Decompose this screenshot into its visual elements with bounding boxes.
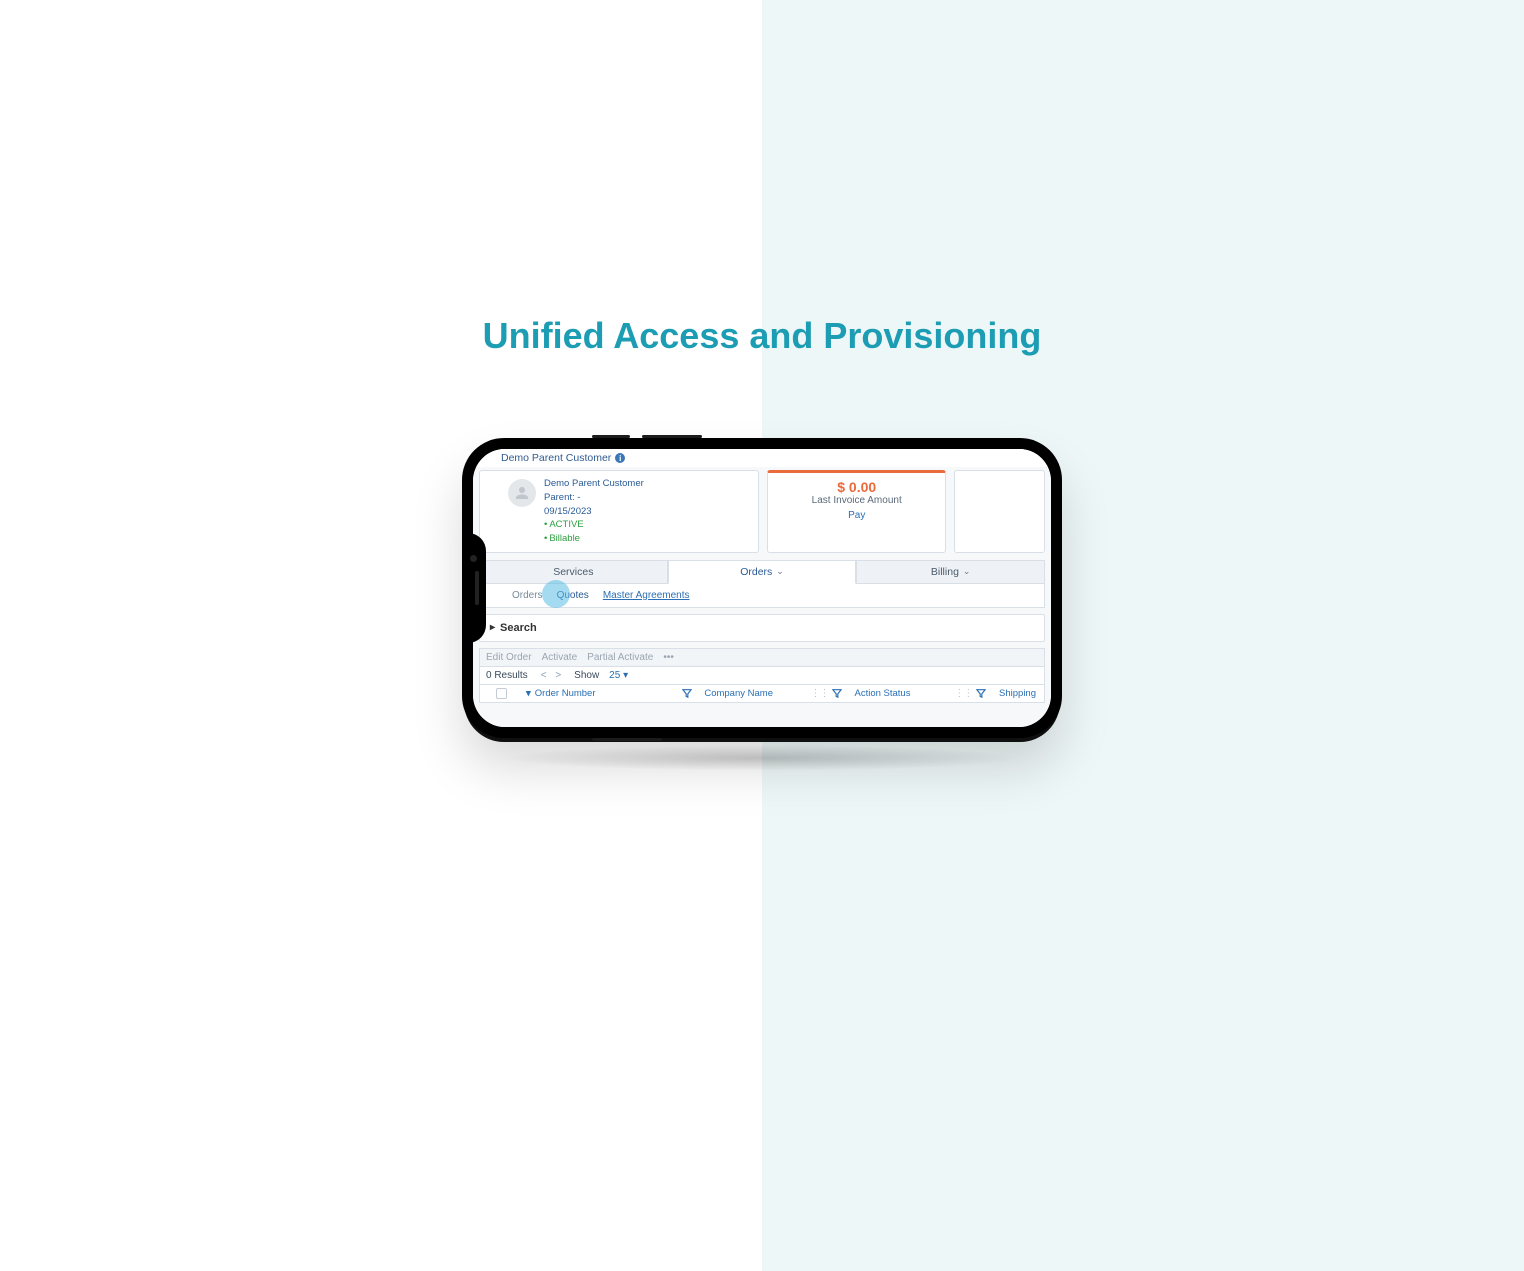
titlebar-customer-name: Demo Parent Customer	[501, 452, 611, 464]
summary-cards-row: Demo Parent Customer Parent: - 09/15/202…	[473, 467, 1051, 556]
customer-date: 09/15/2023	[544, 505, 644, 519]
pay-link[interactable]: Pay	[776, 510, 937, 521]
partial-activate-button[interactable]: Partial Activate	[587, 652, 653, 663]
chevron-down-icon: ⌄	[963, 566, 971, 577]
titlebar: Demo Parent Customer i	[473, 449, 1051, 467]
avatar	[508, 479, 536, 507]
invoice-label: Last Invoice Amount	[776, 495, 937, 506]
invoice-card: $ 0.00 Last Invoice Amount Pay	[767, 470, 946, 553]
table-header-row: ▾ Order Number Company Name ⋮⋮ Action St…	[479, 684, 1045, 703]
next-page-button[interactable]: >	[552, 670, 564, 681]
tab-billing-label: Billing	[931, 566, 959, 578]
phone-button	[642, 435, 702, 438]
phone-button	[592, 435, 630, 438]
sort-desc-icon: ▾	[526, 688, 531, 699]
page-headline: Unified Access and Provisioning	[0, 315, 1524, 357]
tab-services[interactable]: Services	[479, 560, 668, 584]
select-all-checkbox[interactable]	[496, 688, 507, 699]
pager-row: 0 Results < > Show 25 ▾	[479, 666, 1045, 684]
search-panel[interactable]: ▸ Search	[479, 614, 1045, 642]
column-action-status-label: Action Status	[854, 688, 910, 699]
edit-order-button[interactable]: Edit Order	[486, 652, 532, 663]
column-grip-icon[interactable]: ⋮⋮	[954, 688, 972, 699]
prev-page-button[interactable]: <	[538, 670, 550, 681]
status-active: •ACTIVE	[544, 518, 644, 532]
caret-right-icon: ▸	[490, 622, 495, 633]
column-order-number-label: Order Number	[535, 688, 596, 699]
activate-button[interactable]: Activate	[542, 652, 578, 663]
page-size-select[interactable]: 25 ▾	[609, 670, 628, 681]
card-stub	[954, 470, 1045, 553]
filter-icon[interactable]	[682, 688, 692, 698]
phone-notch	[462, 533, 486, 643]
info-icon[interactable]: i	[615, 453, 625, 463]
main-tabs: Services Orders ⌄ Billing ⌄	[479, 560, 1045, 584]
column-company-name-label: Company Name	[704, 688, 773, 699]
tab-billing[interactable]: Billing ⌄	[856, 560, 1045, 584]
invoice-amount: $ 0.00	[776, 479, 937, 495]
subtab-quotes[interactable]: Quotes	[557, 590, 589, 601]
phone-button	[592, 738, 662, 741]
customer-name: Demo Parent Customer	[544, 477, 644, 491]
more-button[interactable]: •••	[663, 652, 674, 663]
tab-orders[interactable]: Orders ⌄	[668, 560, 857, 584]
tab-orders-label: Orders	[740, 566, 772, 578]
filter-icon[interactable]	[976, 688, 986, 698]
column-grip-icon[interactable]: ⋮⋮	[810, 688, 828, 699]
phone-mockup: Demo Parent Customer i Demo Parent Custo…	[462, 438, 1062, 738]
status-billable: •Billable	[544, 532, 644, 546]
column-shipping-label: Shipping	[999, 688, 1036, 699]
caret-down-icon: ▾	[623, 670, 628, 681]
subtab-master-agreements[interactable]: Master Agreements	[603, 590, 690, 601]
search-label: Search	[500, 622, 537, 634]
sub-tabs: Orders Quotes Master Agreements	[479, 584, 1045, 608]
customer-details: Demo Parent Customer Parent: - 09/15/202…	[544, 477, 644, 546]
column-company-name[interactable]: Company Name	[700, 688, 802, 699]
chevron-down-icon: ⌄	[776, 566, 784, 577]
table-toolbar: Edit Order Activate Partial Activate •••	[479, 648, 1045, 666]
column-order-number[interactable]: ▾ Order Number	[522, 688, 674, 699]
customer-parent: Parent: -	[544, 491, 644, 505]
show-label: Show	[574, 670, 599, 681]
subtab-orders[interactable]: Orders	[512, 590, 543, 601]
phone-screen: Demo Parent Customer i Demo Parent Custo…	[473, 449, 1051, 727]
user-icon	[513, 484, 531, 502]
phone-shadow	[502, 745, 1022, 771]
column-shipping[interactable]: Shipping	[994, 688, 1040, 699]
app-root: Demo Parent Customer i Demo Parent Custo…	[473, 449, 1051, 727]
customer-card: Demo Parent Customer Parent: - 09/15/202…	[479, 470, 759, 553]
filter-icon[interactable]	[832, 688, 842, 698]
tab-services-label: Services	[553, 566, 593, 578]
results-count: 0 Results	[486, 670, 528, 681]
column-action-status[interactable]: Action Status	[850, 688, 946, 699]
